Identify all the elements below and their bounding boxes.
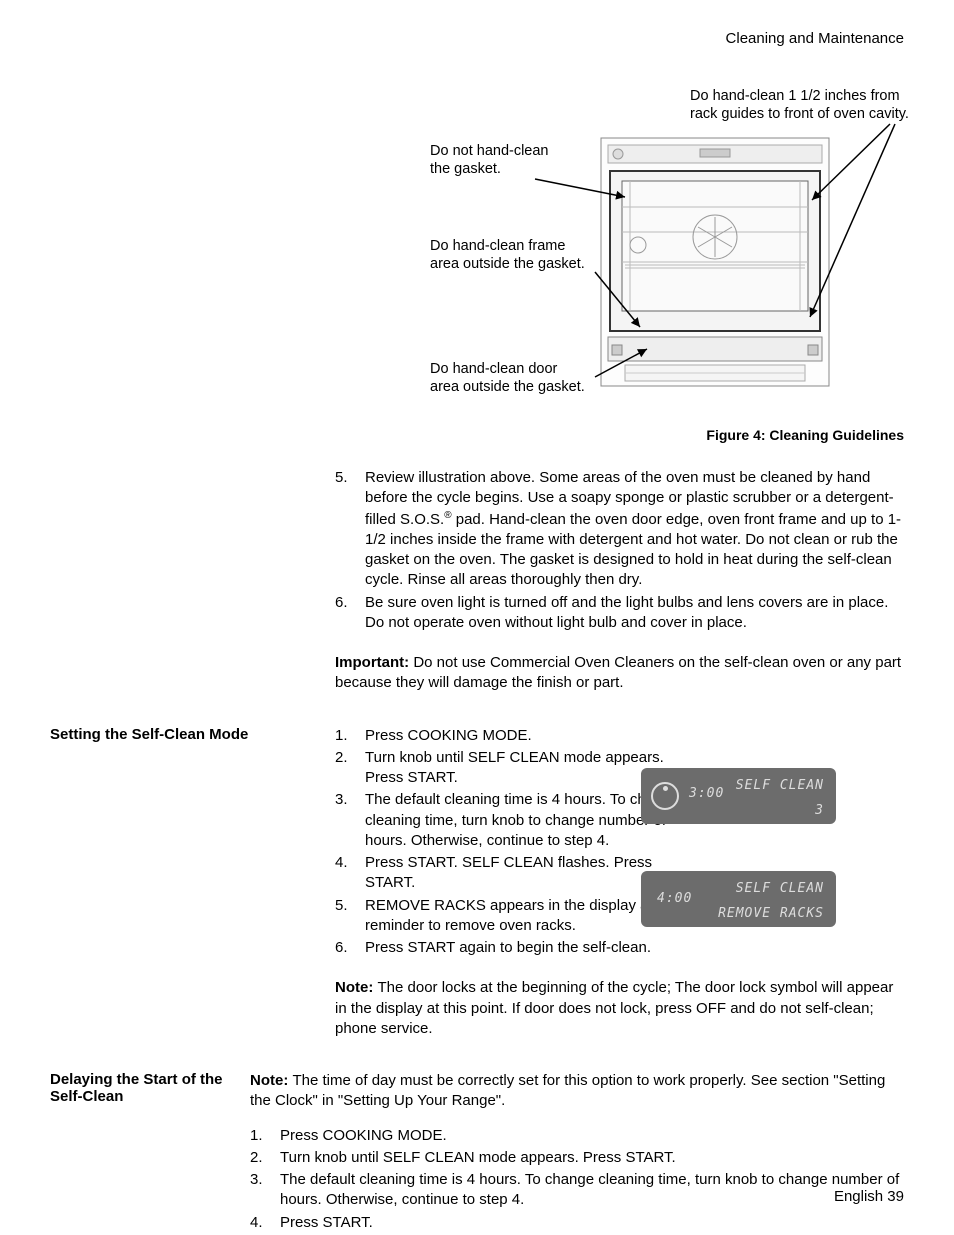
page-header: Cleaning and Maintenance <box>50 30 904 47</box>
callout-door: Do hand-clean doorarea outside the gaske… <box>430 360 585 396</box>
figure-caption: Figure 4: Cleaning Guidelines <box>335 427 904 443</box>
delay-steps: 1.Press COOKING MODE. 2.Turn knob until … <box>250 1126 904 1233</box>
important-note: Important: Do not use Commercial Oven Cl… <box>335 653 904 694</box>
callout-rack-guides: Do hand-clean 1 1/2 inches from rack gui… <box>690 87 920 123</box>
callout-frame: Do hand-clean framearea outside the gask… <box>430 237 585 273</box>
callout-gasket: Do not hand-cleanthe gasket. <box>430 142 549 178</box>
display-remove-racks: 4:00 SELF CLEAN REMOVE RACKS <box>641 871 836 927</box>
note-time-of-day: Note: The time of day must be correctly … <box>250 1071 904 1112</box>
heading-delaying-start: Delaying the Start of the Self-Clean <box>50 1071 250 1235</box>
heading-setting-self-clean: Setting the Self-Clean Mode <box>50 726 335 961</box>
oven-diagram <box>600 137 830 387</box>
display-self-clean-3: 3:00 SELF CLEAN 3 <box>641 768 836 824</box>
page-footer: English 39 <box>834 1188 904 1205</box>
figure-4: Do hand-clean 1 1/2 inches from rack gui… <box>335 87 904 417</box>
cleaning-steps-continued: 5. Review illustration above. Some areas… <box>335 468 904 633</box>
note-door-lock: Note: The door locks at the beginning of… <box>335 978 904 1039</box>
